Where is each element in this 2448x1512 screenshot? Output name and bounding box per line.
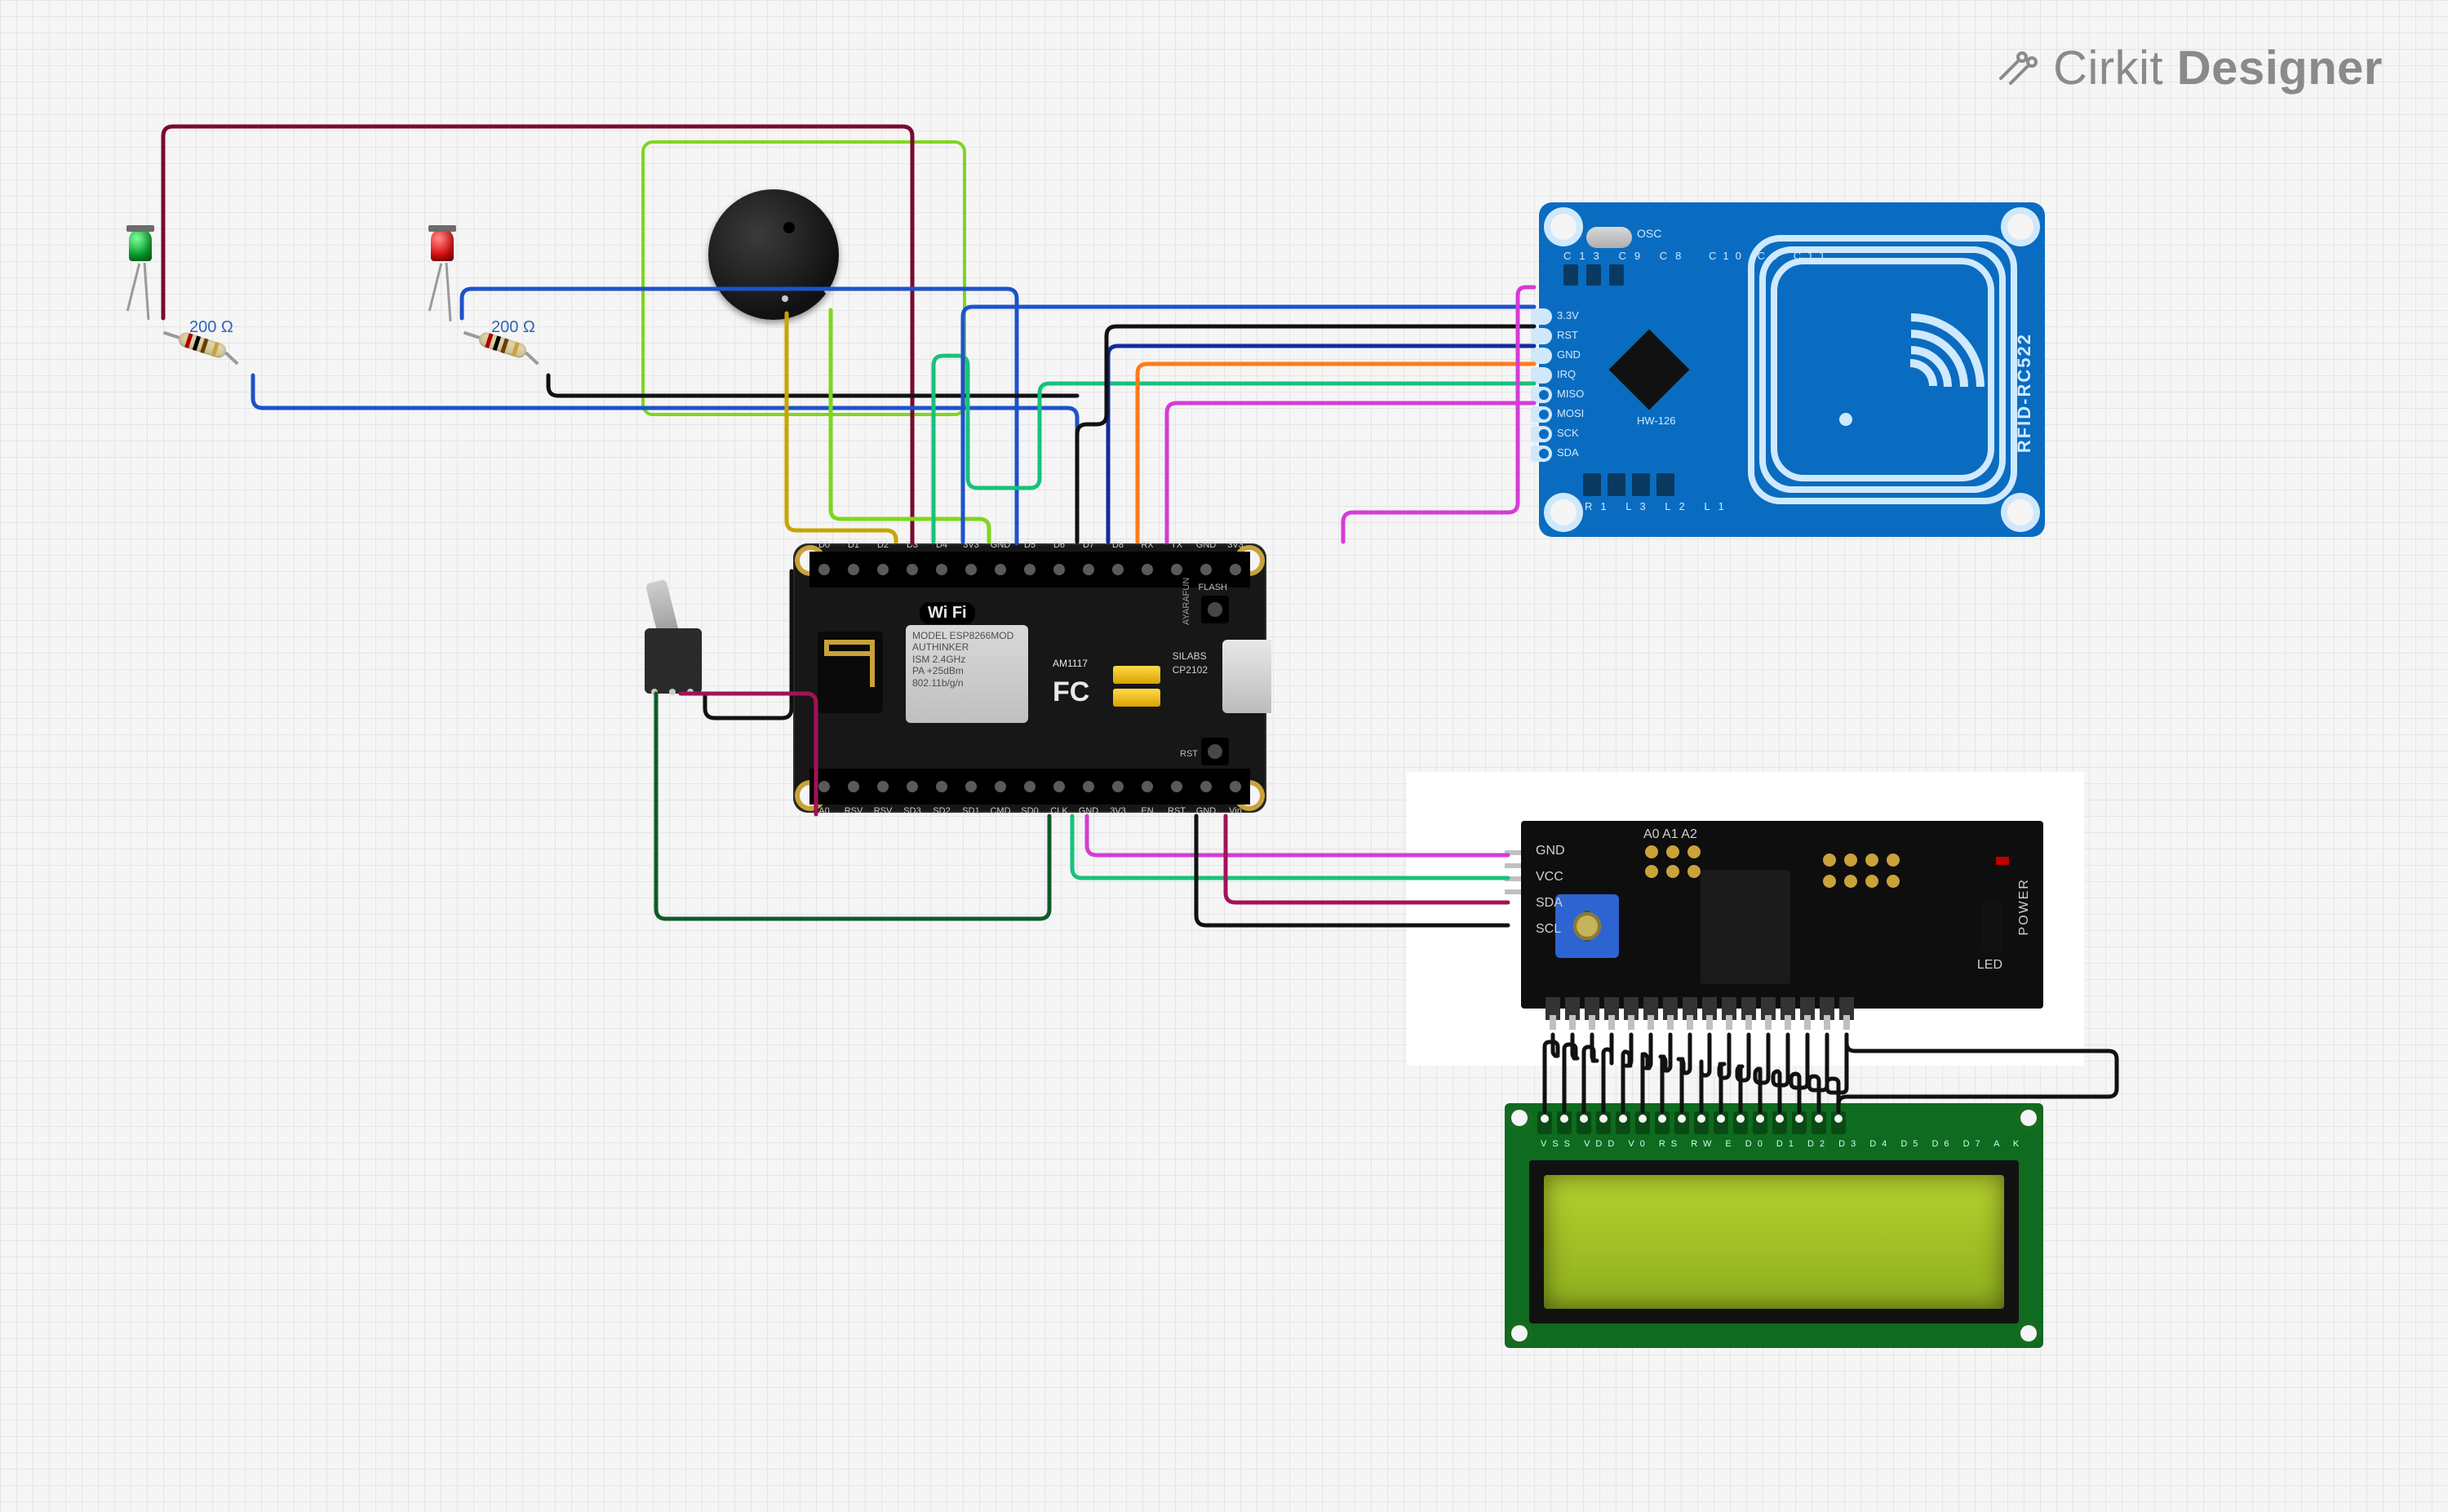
watermark-text: Cirkit Designer	[2053, 41, 2383, 95]
mcu-antenna	[818, 632, 883, 713]
rfid-title: RFID-RC522	[2014, 333, 2035, 453]
rfid-cap-labels: C13 C9 C8	[1563, 250, 1689, 262]
mcu-markings: AM1117 FC	[1053, 658, 1089, 710]
resistor-1-label: 200 Ω	[189, 318, 233, 337]
i2c-power-label: POWER	[2017, 878, 2032, 935]
esp-shield: MODEL ESP8266MODAUTHINKERISM 2.4GHzPA +2…	[906, 625, 1028, 723]
rfid-bottom-labels: R1 L3 L2 L1	[1585, 500, 1732, 512]
rfid-antenna	[1748, 235, 2017, 504]
backlight-jumper[interactable]	[1981, 902, 2002, 951]
nodemcu[interactable]: D0D1D2D3D43V3GNDD5D6D7D8RXTXGND3V3 A0RSV…	[793, 543, 1266, 813]
rfid-xtal-label: OSC	[1637, 227, 1661, 240]
wifi-badge: Wi Fi	[920, 602, 975, 624]
resistor-2-label: 200 Ω	[491, 318, 535, 337]
flash-label: FLASH	[1199, 583, 1227, 592]
flash-button[interactable]	[1201, 596, 1229, 623]
contrast-trimmer[interactable]	[1555, 894, 1619, 958]
pcf8574-chip	[1701, 870, 1790, 984]
lcd-pin-silk: VSS VDD V0 RS RW E D0 D1 D2 D3 D4 D5 D6 …	[1541, 1139, 2024, 1149]
cirkit-logo-icon	[1993, 46, 2038, 91]
mcu-side-text: AYARAFUN	[1182, 578, 1191, 625]
i2c-pin-labels: GNDVCCSDASCL	[1536, 844, 1565, 937]
watermark: Cirkit Designer	[1993, 41, 2383, 95]
i2c-bottom-header	[1546, 997, 1854, 1020]
i2c-addr-label: A0 A1 A2	[1643, 827, 1697, 842]
potentiometer[interactable]	[645, 579, 702, 694]
reset-button[interactable]	[1201, 738, 1229, 765]
usb-chip-label: SILABS CP2102	[1173, 650, 1208, 677]
rfid-pin-labels: 3.3VRSTGNDIRQMISOMOSISCKSDA	[1557, 308, 1584, 460]
buzzer[interactable]	[708, 189, 839, 320]
mcu-pins-bottom: A0RSVRSVSD3SD2SD1CMDSD0CLKGND3V3ENRSTGND…	[809, 769, 1250, 805]
lcd-1602[interactable]: VSS VDD V0 RS RW E D0 D1 D2 D3 D4 D5 D6 …	[1505, 1103, 2043, 1348]
reset-label: RST	[1180, 749, 1198, 759]
rfid-pin-header	[1531, 308, 1552, 462]
i2c-led-label: LED	[1977, 958, 2002, 973]
lcd-header	[1537, 1111, 1846, 1134]
rfid-hw-label: HW-126	[1637, 415, 1675, 427]
rfid-chip	[1609, 330, 1690, 410]
rfid-rc522[interactable]: OSC C13 C9 C8 3.3VRSTGNDIRQMISOMOSISCKSD…	[1539, 202, 2045, 537]
i2c-backpack[interactable]: A0 A1 A2 LED POWER GNDVCCSDASCL	[1407, 772, 2084, 1066]
micro-usb-port	[1222, 640, 1271, 713]
